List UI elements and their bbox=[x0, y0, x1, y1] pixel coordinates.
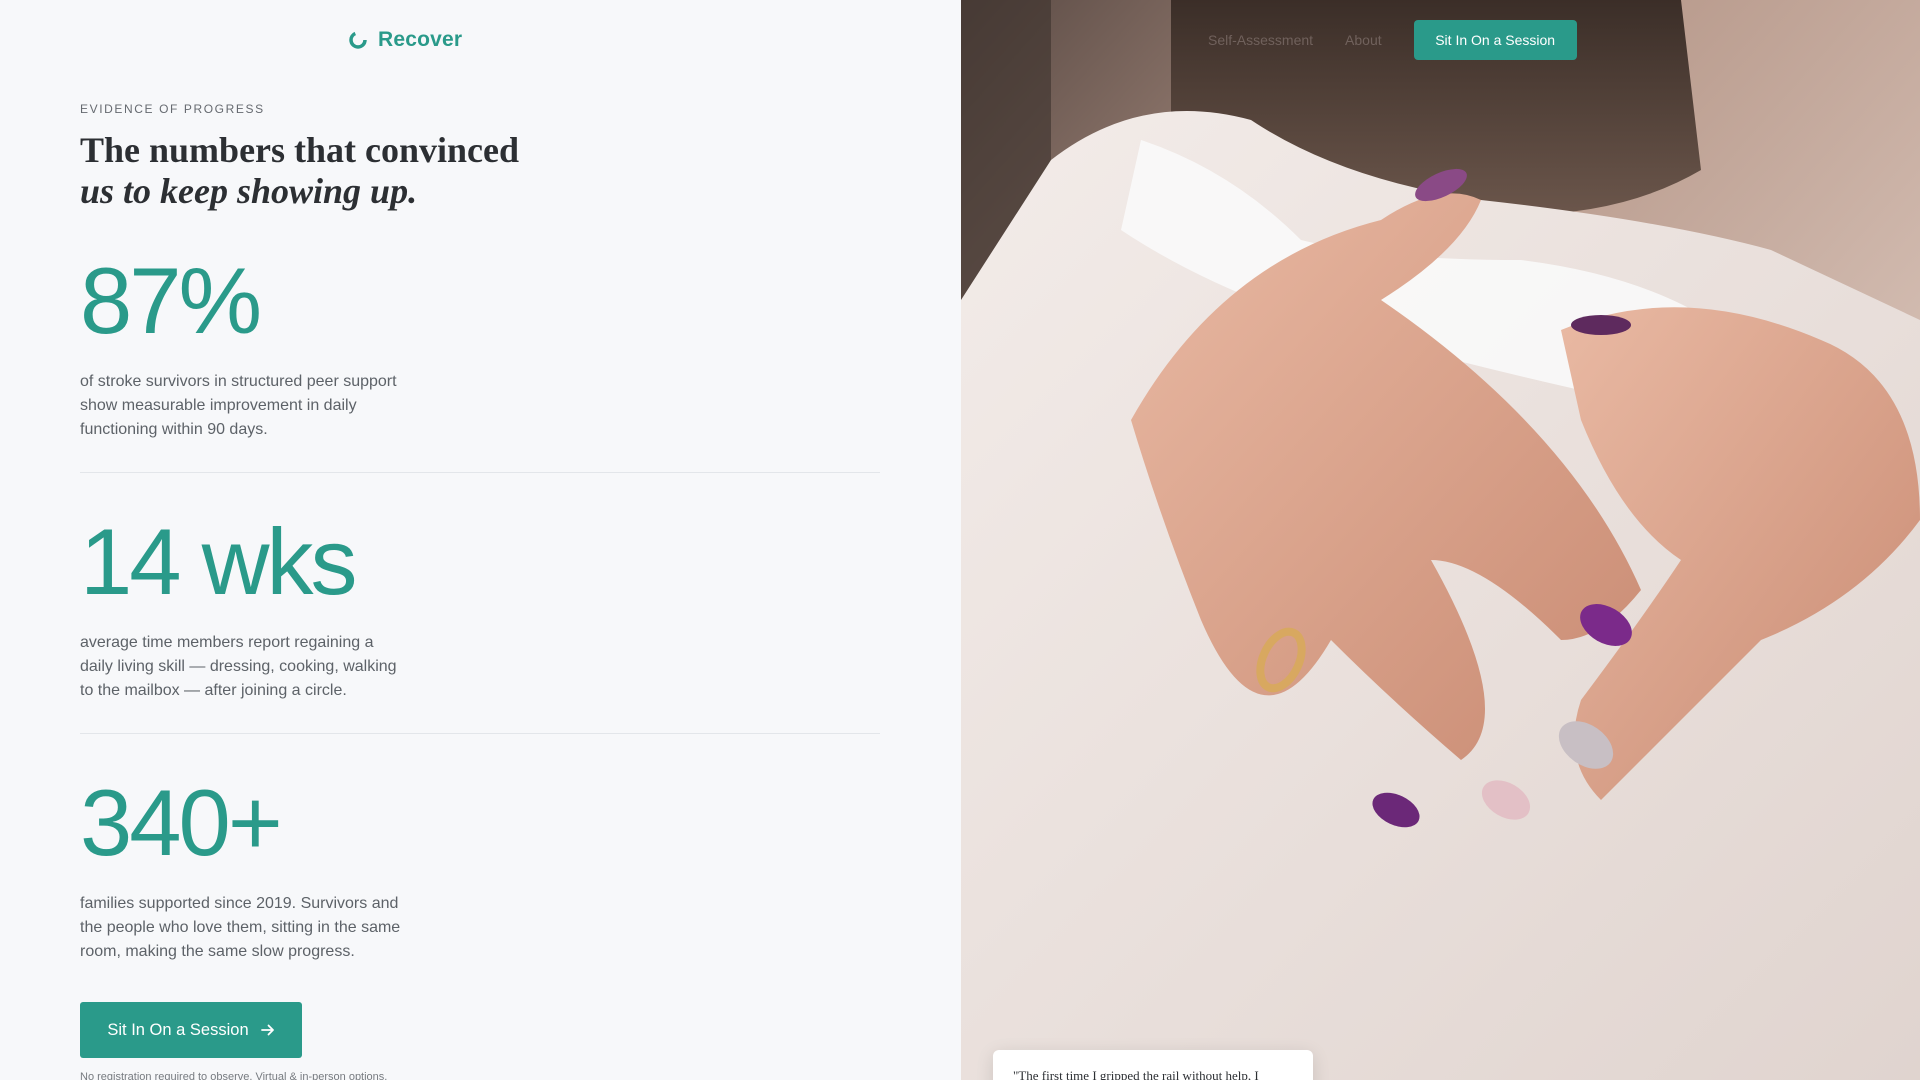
stat-value: 87% bbox=[80, 248, 262, 353]
divider bbox=[80, 472, 880, 473]
stat-weeks: 14 wks average time members report regai… bbox=[80, 515, 880, 703]
cta-label: Sit In On a Session bbox=[107, 1020, 249, 1039]
headline-line-2: us to keep showing up. bbox=[80, 171, 418, 211]
nav-link-about[interactable]: About bbox=[1345, 32, 1382, 48]
stat-description: average time members report regaining a … bbox=[80, 634, 397, 699]
section-headline: The numbers that convinced us to keep sh… bbox=[80, 130, 519, 212]
testimonial-quote: "The first time I gripped the rail witho… bbox=[1013, 1068, 1259, 1080]
section-eyebrow: EVIDENCE OF PROGRESS bbox=[80, 102, 265, 116]
stat-description: families supported since 2019. Survivors… bbox=[80, 895, 401, 960]
divider bbox=[80, 733, 880, 734]
hero-photo bbox=[961, 0, 1920, 1080]
arrow-right-icon bbox=[260, 1024, 274, 1036]
brand[interactable]: Recover bbox=[348, 28, 462, 52]
headline-line-1: The numbers that convinced bbox=[80, 130, 520, 170]
logo-icon bbox=[349, 31, 367, 49]
sit-in-session-button[interactable]: Sit In On a Session bbox=[80, 1002, 302, 1058]
stat-improvement: 87% of stroke survivors in structured pe… bbox=[80, 254, 880, 442]
content-panel: Recover EVIDENCE OF PROGRESS The numbers… bbox=[0, 0, 961, 1080]
nav-sit-in-session-button[interactable]: Sit In On a Session bbox=[1413, 20, 1577, 60]
stat-description: of stroke survivors in structured peer s… bbox=[80, 373, 397, 438]
stat-value: 340+ bbox=[80, 770, 283, 875]
embrace-photo bbox=[961, 0, 1920, 1080]
top-nav: Self-Assessment About Sit In On a Sessio… bbox=[1208, 20, 1577, 60]
brand-name: Recover bbox=[378, 28, 463, 51]
registration-note: No registration required to observe. Vir… bbox=[80, 1071, 388, 1080]
stat-families: 340+ families supported since 2019. Surv… bbox=[80, 776, 880, 964]
nav-link-self-assessment[interactable]: Self-Assessment bbox=[1208, 32, 1313, 48]
testimonial-card: "The first time I gripped the rail witho… bbox=[993, 1050, 1313, 1080]
stat-value: 14 wks bbox=[80, 509, 358, 614]
